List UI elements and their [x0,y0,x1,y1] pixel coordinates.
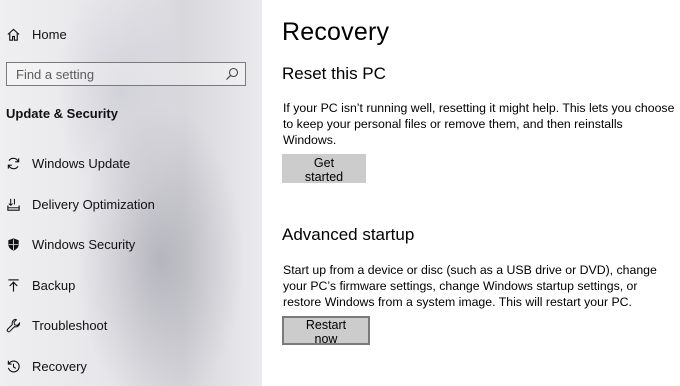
sidebar-item-label: Delivery Optimization [32,196,155,212]
search-input[interactable] [7,63,226,85]
advanced-startup-description: Start up from a device or disc (such as … [283,263,657,309]
home-icon [5,26,21,42]
page-title: Recovery [282,18,390,46]
backup-icon [5,277,21,293]
advanced-startup-heading: Advanced startup [282,225,415,244]
restart-now-button[interactable]: Restart now [282,316,370,346]
sidebar-item-label: Troubleshoot [32,317,108,333]
delivery-icon [5,196,21,212]
search-box[interactable] [6,62,246,86]
sidebar-item-backup[interactable]: Backup [0,269,262,301]
sidebar-item-windows-update[interactable]: Windows Update [0,147,262,179]
shield-icon [5,236,21,252]
get-started-button[interactable]: Get started [282,154,366,184]
main-content: Recovery Reset this PC If your PC isn’t … [262,0,680,386]
search-icon[interactable] [225,67,239,81]
sidebar: Home Update & Security Windows Update De… [0,0,262,386]
sidebar-item-label: Home [32,26,67,42]
sync-icon [5,155,21,171]
sidebar-item-label: Recovery [32,358,87,374]
reset-description: If your PC isn’t running well, resetting… [283,101,675,147]
wrench-icon [5,317,21,333]
sidebar-item-home[interactable]: Home [0,18,262,50]
section-title: Update & Security [6,106,118,121]
sidebar-item-label: Backup [32,277,76,293]
sidebar-item-delivery-optimization[interactable]: Delivery Optimization [0,188,262,220]
sidebar-item-label: Windows Security [32,236,136,252]
reset-heading: Reset this PC [282,64,386,83]
sidebar-item-recovery[interactable]: Recovery [0,350,262,382]
sidebar-item-label: Windows Update [32,155,131,171]
sidebar-item-windows-security[interactable]: Windows Security [0,228,262,260]
sidebar-item-troubleshoot[interactable]: Troubleshoot [0,309,262,341]
recovery-icon [5,358,21,374]
